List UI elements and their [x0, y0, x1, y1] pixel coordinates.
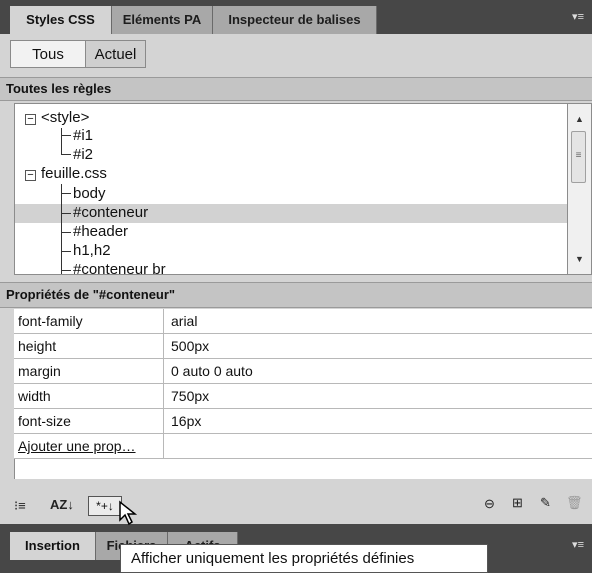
property-name[interactable]: height: [16, 334, 164, 358]
property-row[interactable]: font-size 16px: [14, 409, 592, 434]
new-rule-icon[interactable]: ⊞: [512, 495, 523, 511]
tree-node-partial[interactable]: #conteneur br: [73, 261, 166, 274]
show-set-properties-button[interactable]: *+↓: [88, 496, 122, 516]
property-value[interactable]: 16px: [171, 409, 201, 433]
tree-scrollbar[interactable]: ▲ ≡ ▼: [568, 103, 592, 275]
tab-styles-css[interactable]: Styles CSS: [10, 6, 112, 34]
mouse-cursor-icon: [119, 500, 138, 526]
css-panel-toolbar: ⁝≡ AZ↓ *+↓ ⊖ ⊞ ✎ 🗑: [0, 488, 592, 524]
tree-node-i1[interactable]: #i1: [73, 127, 93, 145]
property-row[interactable]: margin 0 auto 0 auto: [14, 359, 592, 384]
panel-tab-bar: Styles CSS Eléments PA Inspecteur de bal…: [0, 0, 592, 34]
property-value[interactable]: 750px: [171, 384, 209, 408]
property-value[interactable]: 500px: [171, 334, 209, 358]
tree-line: [61, 184, 62, 274]
tab-elements-pa[interactable]: Eléments PA: [112, 6, 213, 34]
current-button[interactable]: Actuel: [85, 40, 146, 68]
property-name[interactable]: margin: [16, 359, 164, 383]
tree-node-i2[interactable]: #i2: [73, 146, 93, 164]
all-button[interactable]: Tous: [10, 40, 86, 68]
tree-line: [61, 154, 71, 155]
add-property-row[interactable]: Ajouter une prop…: [14, 434, 592, 459]
tree-line: [61, 251, 71, 252]
property-name[interactable]: font-size: [16, 409, 164, 433]
scroll-thumb[interactable]: ≡: [571, 131, 586, 183]
properties-section-header: Propriétés de "#conteneur": [0, 282, 592, 308]
tooltip: Afficher uniquement les propriétés défin…: [120, 544, 488, 573]
alpha-view-icon[interactable]: AZ↓: [50, 497, 74, 512]
tree-line: [61, 193, 71, 194]
tab-tag-inspector[interactable]: Inspecteur de balises: [213, 6, 377, 34]
tree-node-header[interactable]: #header: [73, 223, 128, 241]
link-icon[interactable]: ⊖: [484, 496, 495, 512]
property-row[interactable]: width 750px: [14, 384, 592, 409]
panel-menu-icon[interactable]: ▾≡: [572, 10, 584, 23]
property-row[interactable]: height 500px: [14, 334, 592, 359]
property-value[interactable]: arial: [171, 309, 197, 333]
collapse-icon[interactable]: −: [25, 170, 36, 181]
tree-node-h1h2[interactable]: h1,h2: [73, 242, 111, 260]
delete-icon[interactable]: 🗑: [566, 495, 583, 511]
property-row[interactable]: font-family arial: [14, 309, 592, 334]
tree-line: [61, 135, 71, 136]
panel-menu-icon[interactable]: ▾≡: [572, 538, 584, 551]
property-value[interactable]: 0 auto 0 auto: [171, 359, 253, 383]
tree-node-conteneur[interactable]: #conteneur: [73, 204, 148, 222]
rules-tree[interactable]: − <style> #i1 #i2 − feuille.css body #co…: [14, 103, 568, 275]
tab-insertion[interactable]: Insertion: [10, 532, 96, 560]
scroll-up-icon[interactable]: ▲: [568, 114, 591, 124]
edit-icon[interactable]: ✎: [540, 495, 551, 511]
scroll-down-icon[interactable]: ▼: [568, 254, 591, 264]
tree-line: [61, 213, 71, 214]
tree-line: [61, 232, 71, 233]
collapse-icon[interactable]: −: [25, 114, 36, 125]
tree-line: [61, 270, 71, 271]
property-name[interactable]: font-family: [16, 309, 164, 333]
rules-section-header: Toutes les règles: [0, 77, 592, 101]
filter-row: Tous Actuel: [0, 34, 592, 76]
category-view-icon[interactable]: ⁝≡: [14, 498, 26, 514]
property-name[interactable]: width: [16, 384, 164, 408]
tree-line: [61, 128, 62, 154]
tree-node-stylesheet[interactable]: feuille.css: [41, 165, 107, 183]
tree-node-style[interactable]: <style>: [41, 109, 89, 127]
add-property-link[interactable]: Ajouter une prop…: [16, 434, 164, 458]
tree-node-body[interactable]: body: [73, 185, 106, 203]
